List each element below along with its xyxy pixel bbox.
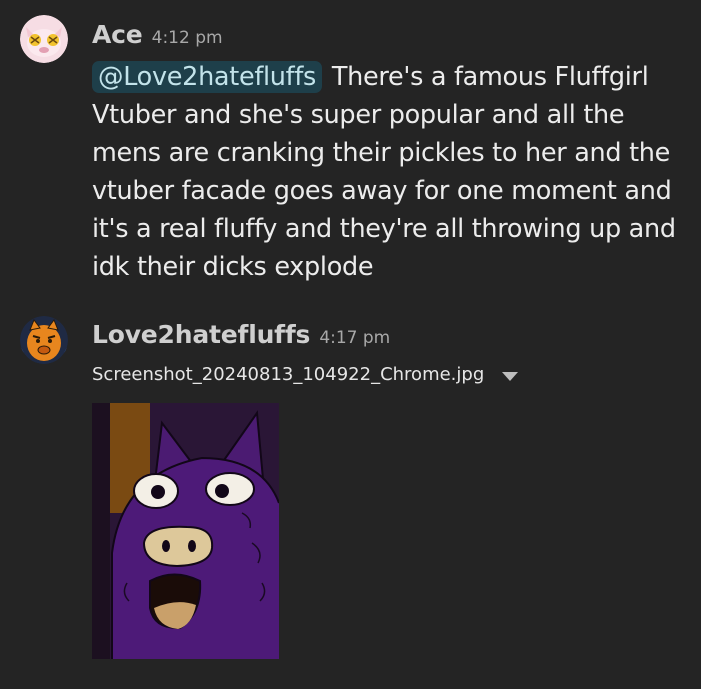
avatar[interactable] bbox=[20, 316, 68, 364]
attachment-image[interactable] bbox=[92, 403, 279, 659]
message-header: Ace 4:12 pm bbox=[92, 20, 223, 49]
author-name[interactable]: Ace bbox=[92, 20, 143, 49]
timestamp: 4:17 pm bbox=[319, 328, 391, 348]
message-line: idk their dicks explode bbox=[92, 252, 374, 282]
chevron-down-icon[interactable] bbox=[502, 371, 519, 381]
orange-creature-avatar-icon bbox=[20, 316, 68, 364]
timestamp: 4:12 pm bbox=[151, 28, 223, 48]
purple-creature-image bbox=[92, 403, 279, 659]
message-line: it's a real fluffy and they're all throw… bbox=[92, 214, 676, 244]
chat-view: Ace 4:12 pm @Love2hatefluffs There's a f… bbox=[0, 0, 701, 689]
message-line: vtuber facade goes away for one moment a… bbox=[92, 176, 672, 206]
message-header: Love2hatefluffs 4:17 pm bbox=[92, 320, 390, 349]
message-text: @Love2hatefluffs There's a famous Fluffg… bbox=[92, 58, 692, 286]
user-mention[interactable]: @Love2hatefluffs bbox=[92, 61, 323, 93]
attachment-filename[interactable]: Screenshot_20240813_104922_Chrome.jpg bbox=[92, 364, 484, 385]
message-line: Vtuber and she's super popular and all t… bbox=[92, 100, 625, 130]
avatar[interactable] bbox=[20, 15, 68, 63]
author-name[interactable]: Love2hatefluffs bbox=[92, 320, 310, 349]
message-line: There's a famous Fluffgirl bbox=[331, 62, 649, 92]
attachment-header: Screenshot_20240813_104922_Chrome.jpg bbox=[92, 364, 519, 385]
pink-creature-avatar-icon bbox=[20, 15, 68, 63]
message-line: mens are cranking their pickles to her a… bbox=[92, 138, 671, 168]
